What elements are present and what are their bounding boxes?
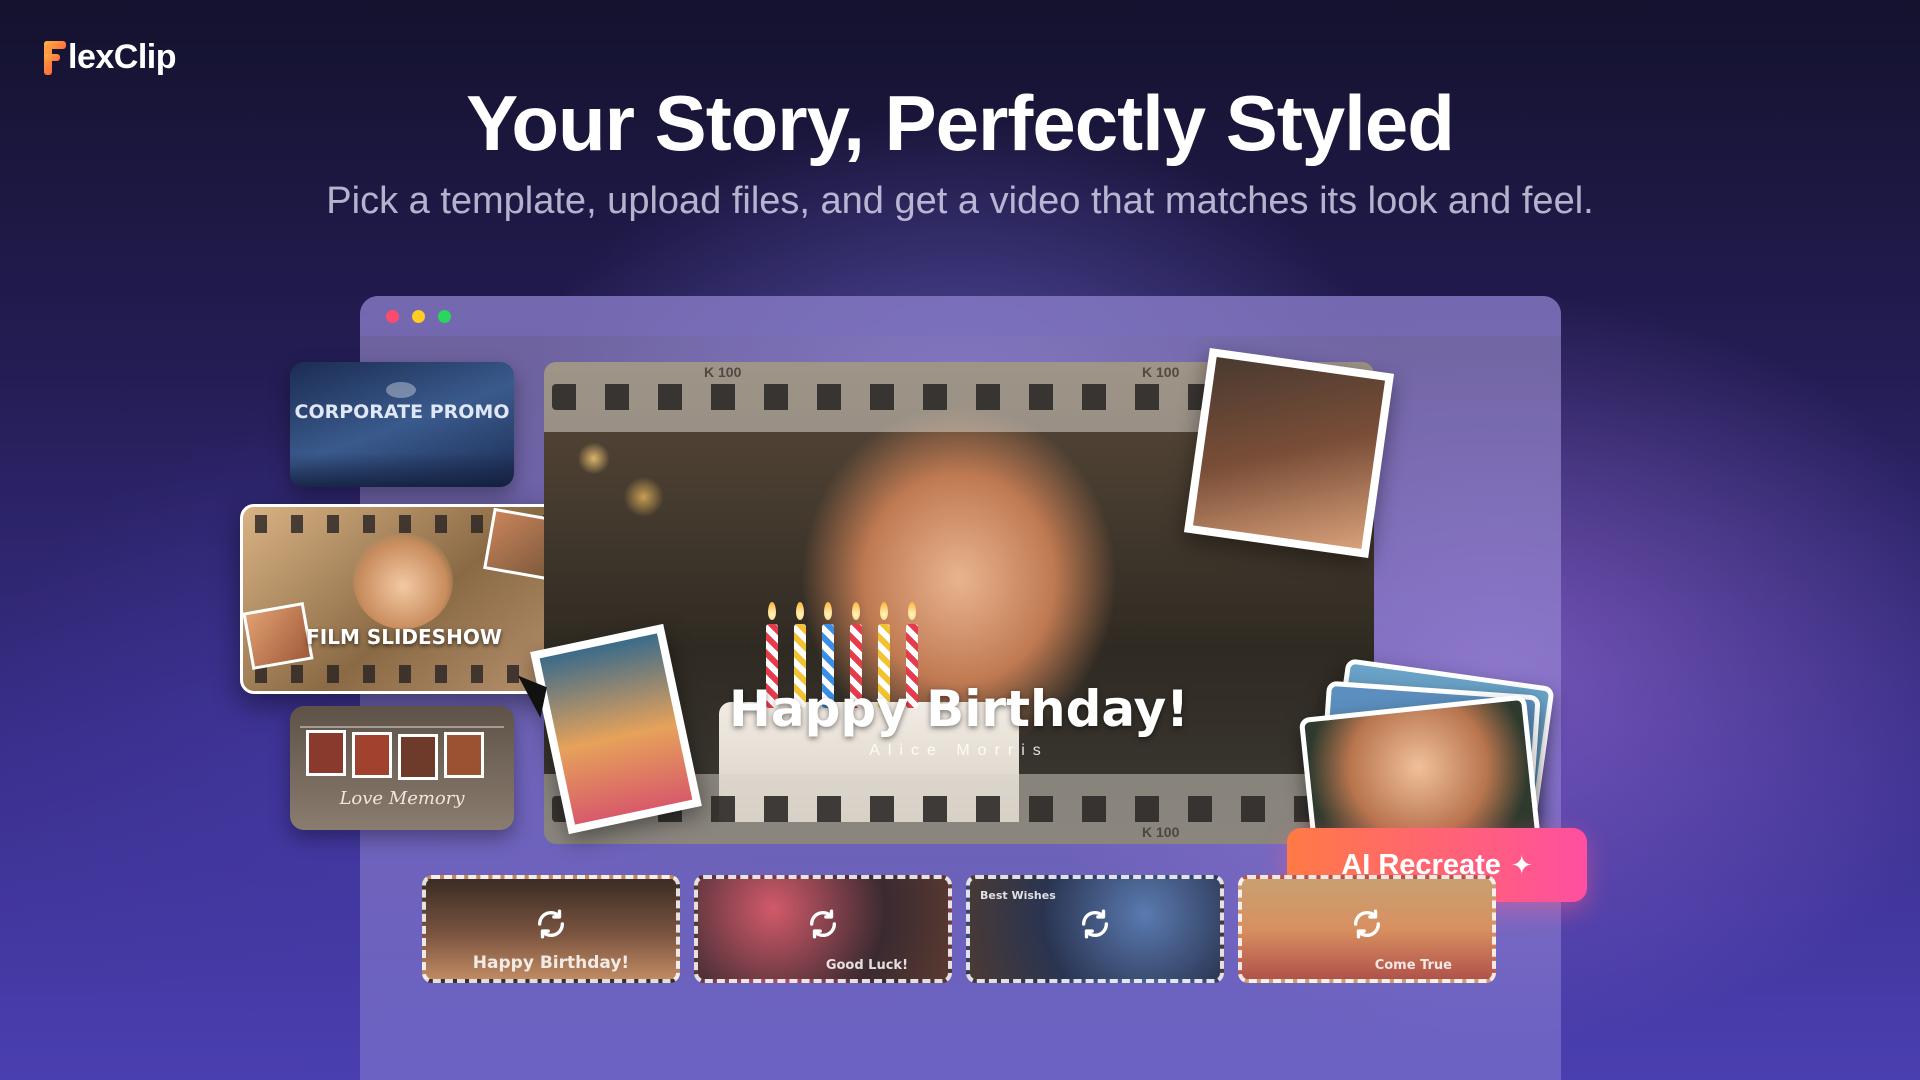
window-maximize-dot xyxy=(438,310,451,323)
template-card-corporate-promo[interactable]: CORPORATE PROMO xyxy=(290,362,514,487)
variation-caption: Best Wishes xyxy=(980,889,1056,902)
building-badge-icon xyxy=(386,382,416,398)
sparkle-icon: ✦ xyxy=(1510,849,1533,880)
template-title: Love Memory xyxy=(339,788,465,809)
window-titlebar xyxy=(360,296,1561,336)
hero-subtitle: Pick a template, upload files, and get a… xyxy=(326,180,1594,222)
variation-caption: Come True xyxy=(1374,958,1452,973)
child-photo xyxy=(353,533,453,629)
hero-title: Your Story, Perfectly Styled xyxy=(466,79,1455,167)
variation-thumbnail[interactable]: Come True xyxy=(1238,875,1496,983)
film-strip-bottom xyxy=(243,665,565,683)
hanging-photo xyxy=(352,732,392,778)
refresh-icon xyxy=(1353,909,1381,939)
hanging-photo xyxy=(306,730,346,776)
window-minimize-dot xyxy=(412,310,425,323)
refresh-icon xyxy=(809,909,837,939)
template-title: CORPORATE PROMO xyxy=(294,401,510,423)
refresh-icon xyxy=(1081,909,1109,939)
film-mark: K 100 xyxy=(1142,824,1180,840)
variation-caption: Happy Birthday! xyxy=(472,953,630,973)
tilted-photo-candles xyxy=(1183,347,1395,559)
hanging-photo xyxy=(398,734,438,780)
hanging-photo xyxy=(444,732,484,778)
refresh-icon xyxy=(537,909,565,939)
template-title: FILM SLIDESHOW xyxy=(306,625,502,649)
window-close-dot xyxy=(386,310,399,323)
film-mark: K 100 xyxy=(704,364,742,380)
variation-caption: Good Luck! xyxy=(825,958,908,973)
variation-thumbnail[interactable]: Happy Birthday! xyxy=(422,875,680,983)
template-card-love-memory[interactable]: Love Memory xyxy=(290,706,514,830)
film-mark: K 100 xyxy=(1142,364,1180,380)
template-card-film-slideshow[interactable]: FILM SLIDESHOW xyxy=(240,504,568,694)
flexclip-logo[interactable]: lexClip xyxy=(44,38,176,77)
brand-name: lexClip xyxy=(68,38,176,76)
flexclip-logo-icon xyxy=(44,40,66,75)
variation-thumbnail[interactable]: Best Wishes xyxy=(966,875,1224,983)
variation-thumbnail[interactable]: Good Luck! xyxy=(694,875,952,983)
